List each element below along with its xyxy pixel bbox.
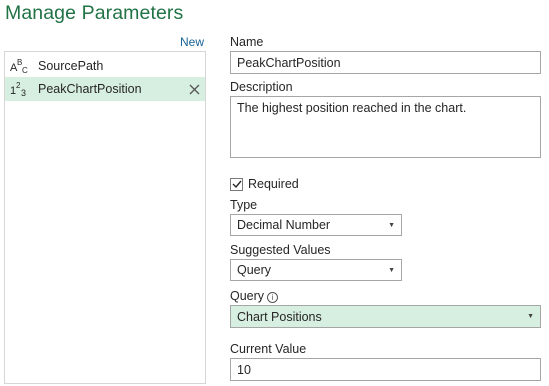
chevron-down-icon: ▼ bbox=[388, 266, 395, 274]
parameter-item-peakchartposition[interactable]: 1 2 3 PeakChartPosition bbox=[5, 77, 205, 101]
query-label-row: Query i bbox=[230, 289, 279, 303]
name-field[interactable]: PeakChartPosition bbox=[230, 51, 541, 74]
type-select[interactable]: Decimal Number ▼ bbox=[230, 214, 402, 236]
new-parameter-link[interactable]: New bbox=[180, 35, 204, 49]
query-select[interactable]: Chart Positions ▼ bbox=[230, 305, 541, 328]
current-value-label: Current Value bbox=[230, 342, 307, 356]
parameter-item-sourcepath[interactable]: A B C SourcePath bbox=[5, 54, 205, 78]
parameter-list: A B C SourcePath 1 2 3 PeakChartPosition bbox=[4, 51, 206, 384]
required-label: Required bbox=[248, 177, 299, 191]
name-label: Name bbox=[230, 35, 264, 49]
chevron-down-icon: ▼ bbox=[388, 221, 395, 229]
parameter-label: PeakChartPosition bbox=[38, 82, 142, 96]
number-type-icon: 1 2 3 bbox=[5, 81, 35, 97]
suggested-values-label: Suggested Values bbox=[230, 243, 331, 257]
description-label: Description bbox=[230, 80, 293, 94]
suggested-values-select-value: Query bbox=[237, 263, 272, 277]
query-select-value: Chart Positions bbox=[237, 309, 322, 324]
svg-text:C: C bbox=[22, 66, 28, 74]
checkmark-icon bbox=[232, 180, 242, 189]
required-checkbox-row[interactable]: Required bbox=[230, 177, 299, 191]
svg-text:3: 3 bbox=[21, 88, 26, 97]
type-select-value: Decimal Number bbox=[237, 218, 331, 232]
required-checkbox[interactable] bbox=[230, 177, 243, 191]
chevron-down-icon: ▼ bbox=[527, 313, 534, 320]
text-type-icon: A B C bbox=[5, 58, 35, 74]
current-value-field[interactable]: 10 bbox=[230, 358, 541, 381]
query-label: Query bbox=[230, 289, 265, 303]
close-icon[interactable] bbox=[183, 78, 205, 100]
description-field[interactable]: The highest position reached in the char… bbox=[230, 96, 541, 158]
suggested-values-select[interactable]: Query ▼ bbox=[230, 259, 402, 281]
parameter-label: SourcePath bbox=[38, 59, 104, 73]
info-icon[interactable]: i bbox=[267, 292, 279, 303]
type-label: Type bbox=[230, 198, 258, 212]
dialog-title: Manage Parameters bbox=[5, 2, 184, 24]
